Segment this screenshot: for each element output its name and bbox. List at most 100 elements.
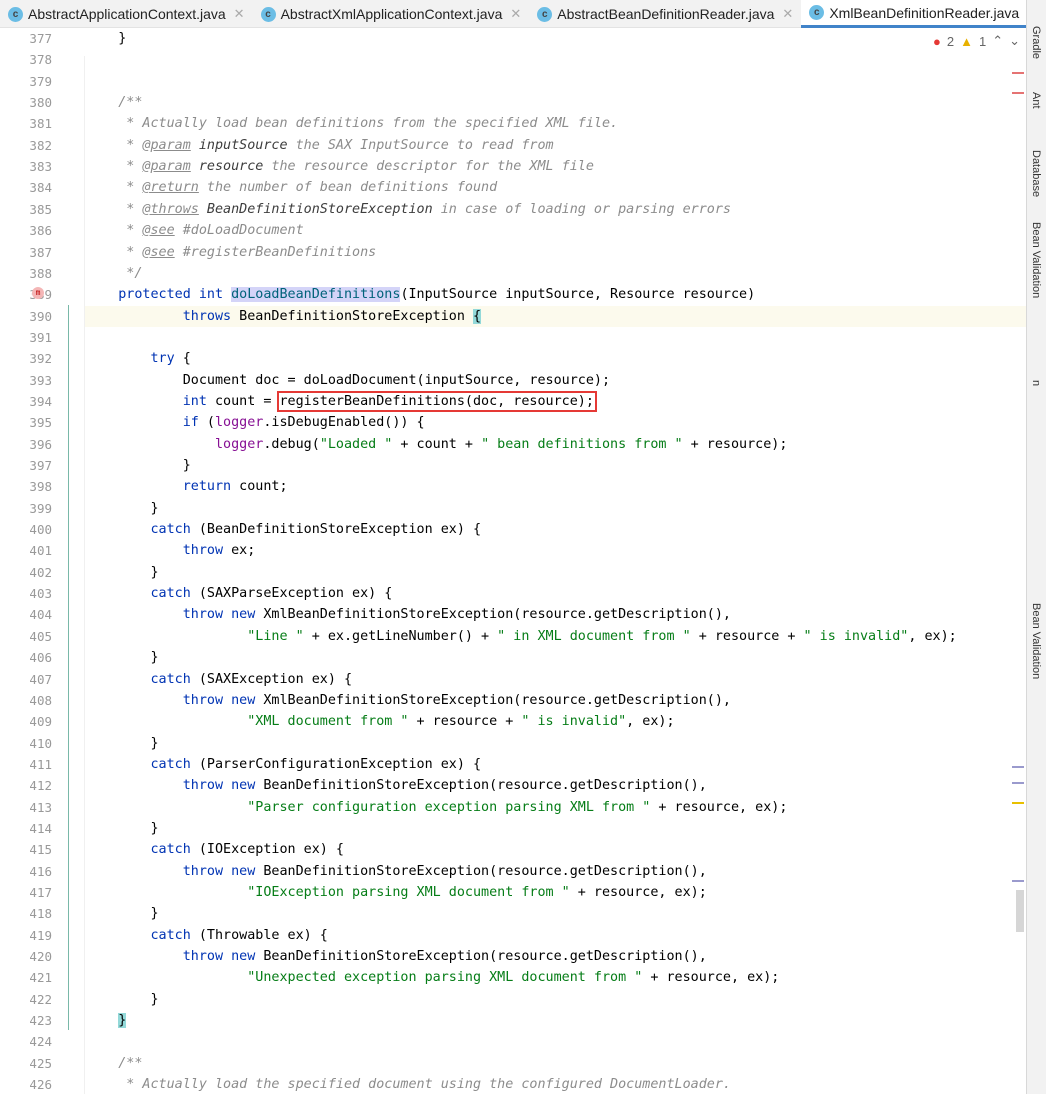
- close-tab-icon[interactable]: ✕: [510, 6, 521, 22]
- code-line[interactable]: 415 catch (IOException ex) {: [0, 839, 1026, 860]
- error-stripe-mark[interactable]: [1012, 92, 1024, 94]
- code-line[interactable]: 402 }: [0, 562, 1026, 583]
- tab-xmlbeandefinitionreader[interactable]: cXmlBeanDefinitionReader.java✕: [801, 0, 1046, 28]
- line-number[interactable]: 378: [0, 49, 52, 70]
- code-line[interactable]: 401 throw ex;: [0, 540, 1026, 561]
- line-number[interactable]: 382: [0, 135, 52, 156]
- error-stripe-mark[interactable]: [1012, 72, 1024, 74]
- usage-stripe-mark[interactable]: [1012, 766, 1024, 768]
- code-line[interactable]: 417 "IOException parsing XML document fr…: [0, 882, 1026, 903]
- close-tab-icon[interactable]: ✕: [782, 6, 793, 22]
- code-line[interactable]: 421 "Unexpected exception parsing XML do…: [0, 967, 1026, 988]
- code-line[interactable]: 403 catch (SAXParseException ex) {: [0, 583, 1026, 604]
- code-line[interactable]: 411 catch (ParserConfigurationException …: [0, 754, 1026, 775]
- line-number[interactable]: 410: [0, 733, 52, 754]
- code-line[interactable]: 381 * Actually load bean definitions fro…: [0, 113, 1026, 134]
- line-number[interactable]: 381: [0, 113, 52, 134]
- code-line[interactable]: 410 }: [0, 733, 1026, 754]
- code-line[interactable]: 397 }: [0, 455, 1026, 476]
- line-number[interactable]: 409: [0, 711, 52, 732]
- line-number[interactable]: 411: [0, 754, 52, 775]
- line-number[interactable]: 412: [0, 775, 52, 796]
- code-line[interactable]: 424: [0, 1031, 1026, 1052]
- line-number[interactable]: 389: [0, 284, 52, 305]
- line-number[interactable]: 402: [0, 562, 52, 583]
- code-line[interactable]: 391: [0, 327, 1026, 348]
- code-line[interactable]: 396 logger.debug("Loaded " + count + " b…: [0, 434, 1026, 455]
- line-number[interactable]: 414: [0, 818, 52, 839]
- previous-highlight-icon[interactable]: ⌃: [992, 33, 1003, 49]
- line-number[interactable]: 392: [0, 348, 52, 369]
- line-number[interactable]: 420: [0, 946, 52, 967]
- code-line[interactable]: 407 catch (SAXException ex) {: [0, 669, 1026, 690]
- line-number[interactable]: 377: [0, 28, 52, 49]
- code-line[interactable]: 405 "Line " + ex.getLineNumber() + " in …: [0, 626, 1026, 647]
- code-line[interactable]: 390 throws BeanDefinitionStoreException …: [29, 305, 1026, 327]
- warning-stripe-mark[interactable]: [1012, 802, 1024, 804]
- line-number[interactable]: 408: [0, 690, 52, 711]
- code-line[interactable]: 377 }: [0, 28, 1026, 49]
- code-line[interactable]: 389 protected int doLoadBeanDefinitions(…: [0, 284, 1026, 305]
- line-number[interactable]: 423: [0, 1010, 52, 1031]
- code-line[interactable]: 413 "Parser configuration exception pars…: [0, 797, 1026, 818]
- code-line[interactable]: 385 * @throws BeanDefinitionStoreExcepti…: [0, 199, 1026, 220]
- line-number[interactable]: 404: [0, 604, 52, 625]
- code-line[interactable]: 423 }: [0, 1010, 1026, 1031]
- line-number[interactable]: 416: [0, 861, 52, 882]
- line-number[interactable]: 405: [0, 626, 52, 647]
- code-line[interactable]: 382 * @param inputSource the SAX InputSo…: [0, 135, 1026, 156]
- tool-window-ant[interactable]: Ant: [1030, 92, 1042, 109]
- line-number[interactable]: 385: [0, 199, 52, 220]
- code-line[interactable]: 418 }: [0, 903, 1026, 924]
- line-number[interactable]: 425: [0, 1053, 52, 1074]
- line-number[interactable]: 383: [0, 156, 52, 177]
- code-line[interactable]: 384 * @return the number of bean definit…: [0, 177, 1026, 198]
- code-line[interactable]: 412 throw new BeanDefinitionStoreExcepti…: [0, 775, 1026, 796]
- line-number[interactable]: 398: [0, 476, 52, 497]
- line-number[interactable]: 386: [0, 220, 52, 241]
- code-line[interactable]: 416 throw new BeanDefinitionStoreExcepti…: [0, 861, 1026, 882]
- line-number[interactable]: 415: [0, 839, 52, 860]
- code-line[interactable]: 426 * Actually load the specified docume…: [0, 1074, 1026, 1094]
- tool-window-bean-validation[interactable]: Bean Validation: [1030, 222, 1042, 298]
- line-number[interactable]: 400: [0, 519, 52, 540]
- line-number[interactable]: 401: [0, 540, 52, 561]
- line-number[interactable]: 379: [0, 71, 52, 92]
- line-number[interactable]: 399: [0, 498, 52, 519]
- code-line[interactable]: 395 if (logger.isDebugEnabled()) {: [0, 412, 1026, 433]
- line-number[interactable]: 380: [0, 92, 52, 113]
- line-number[interactable]: 418: [0, 903, 52, 924]
- tool-window-database[interactable]: Database: [1030, 150, 1042, 197]
- code-line[interactable]: 409 "XML document from " + resource + " …: [0, 711, 1026, 732]
- code-line[interactable]: 388 */: [0, 263, 1026, 284]
- code-line[interactable]: 400 catch (BeanDefinitionStoreException …: [0, 519, 1026, 540]
- line-number[interactable]: 417: [0, 882, 52, 903]
- code-line[interactable]: 398 return count;: [0, 476, 1026, 497]
- line-number[interactable]: 387: [0, 242, 52, 263]
- line-number[interactable]: 384: [0, 177, 52, 198]
- scrollbar-thumb[interactable]: [1016, 890, 1024, 932]
- close-tab-icon[interactable]: ✕: [234, 6, 245, 22]
- code-editor[interactable]: 377 } 378 379 380 /** 381 * Actually load be…: [0, 28, 1026, 1094]
- code-line[interactable]: 394 int count = registerBeanDefinitions(…: [0, 390, 1026, 412]
- line-number[interactable]: 413: [0, 797, 52, 818]
- code-line[interactable]: 419 catch (Throwable ex) {: [0, 925, 1026, 946]
- line-number[interactable]: 394: [0, 391, 52, 412]
- code-line[interactable]: 420 throw new BeanDefinitionStoreExcepti…: [0, 946, 1026, 967]
- code-line[interactable]: 404 throw new XmlBeanDefinitionStoreExce…: [0, 604, 1026, 625]
- code-line[interactable]: 393 Document doc = doLoadDocument(inputS…: [0, 370, 1026, 391]
- tool-window-bean-validation[interactable]: Bean Validation: [1030, 603, 1042, 679]
- line-number[interactable]: 388: [0, 263, 52, 284]
- code-line[interactable]: 387 * @see #registerBeanDefinitions: [0, 242, 1026, 263]
- line-number[interactable]: 393: [0, 370, 52, 391]
- line-number[interactable]: 396: [0, 434, 52, 455]
- tool-window-n[interactable]: n: [1030, 380, 1042, 386]
- line-number[interactable]: 395: [0, 412, 52, 433]
- line-number[interactable]: 391: [0, 327, 52, 348]
- line-number[interactable]: 426: [0, 1074, 52, 1094]
- code-line[interactable]: 399 }: [0, 498, 1026, 519]
- line-number[interactable]: 419: [0, 925, 52, 946]
- code-line[interactable]: 425 /**: [0, 1053, 1026, 1074]
- line-number[interactable]: 397: [0, 455, 52, 476]
- code-line[interactable]: 414 }: [0, 818, 1026, 839]
